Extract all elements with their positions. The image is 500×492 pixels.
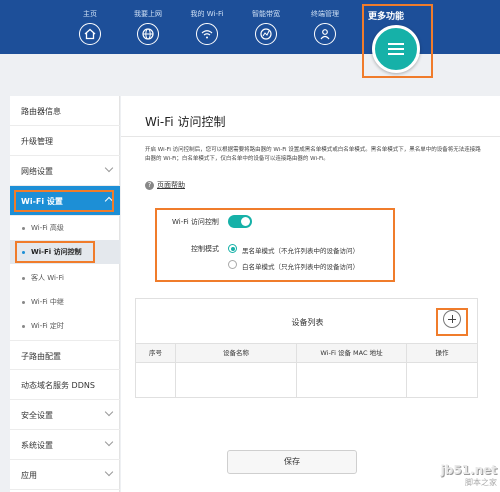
sidebar-item-label: 安全设置 [21,411,53,420]
bandwidth-globe-icon [255,23,277,45]
chevron-down-icon [104,407,114,417]
sidebar-item-label: 系统设置 [21,441,53,450]
nav-label-home: 主页 [83,10,97,18]
wifi-icon [196,23,218,45]
chevron-down-icon [104,467,114,477]
sidebar-item-label: 升级管理 [21,137,53,146]
highlight-box-more-functions [362,4,433,78]
chevron-down-icon [104,437,114,447]
globe-icon [137,23,159,45]
sidebar-item-label: 应用 [21,471,37,480]
sidebar-item-sub-router[interactable]: 子路由配置 [10,340,120,370]
sidebar-item-apps[interactable]: 应用 [10,460,120,490]
table-cell [176,364,297,398]
save-button[interactable]: 保存 [227,450,357,474]
highlight-box-access-settings [155,208,395,282]
bullet-icon [22,301,25,304]
help-icon: ? [145,180,154,190]
column-header-device-name: 设备名称 [176,344,297,364]
device-table-header: 序号 设备名称 Wi-Fi 设备 MAC 地址 操作 [136,343,477,364]
sidebar-item-label: 子路由配置 [21,352,61,361]
sidebar-item-security[interactable]: 安全设置 [10,400,120,430]
table-cell [407,364,477,398]
sidebar-subitem-label: Wi-Fi 定时 [31,322,64,330]
highlight-box-wifi-settings [14,190,114,212]
watermark-url: jb51.net [440,463,497,477]
sidebar-subitem-label: Wi-Fi 高级 [31,224,64,232]
table-cell [136,364,176,398]
nav-item-my-wifi[interactable]: 我的 Wi-Fi [185,10,229,45]
table-row [136,364,477,398]
nav-label-bandwidth: 智能带宽 [252,10,280,18]
sidebar-item-label: 路由器信息 [21,107,61,116]
column-header-index: 序号 [136,344,176,364]
nav-item-devices[interactable]: 终端管理 [303,10,347,45]
bullet-icon [22,325,25,328]
main-panel: Wi-Fi 访问控制 开启 Wi-Fi 访问控制后，您可以根据需要将路由器的 W… [121,96,500,492]
device-list: 设备列表 序号 设备名称 Wi-Fi 设备 MAC 地址 操作 [135,298,478,398]
user-icon [314,23,336,45]
sidebar-item-label: 网络设置 [21,167,53,176]
bullet-icon [22,227,25,230]
column-header-mac: Wi-Fi 设备 MAC 地址 [297,344,407,364]
sidebar-item-system[interactable]: 系统设置 [10,430,120,460]
page-title: Wi-Fi 访问控制 [145,115,226,129]
sidebar-item-router-info[interactable]: 路由器信息 [10,96,120,126]
page-description: 开启 Wi-Fi 访问控制后，您可以根据需要将路由器的 Wi-Fi 设置成黑名单… [145,147,481,162]
bullet-icon [22,277,25,280]
sidebar-subitem-wifi-schedule[interactable]: Wi-Fi 定时 [10,314,120,338]
sidebar-subitem-label: 客人 Wi-Fi [31,274,64,282]
nav-item-internet[interactable]: 我要上网 [126,10,170,45]
table-cell [297,364,407,398]
title-divider [121,136,500,137]
sidebar-subitem-wifi-advanced[interactable]: Wi-Fi 高级 [10,216,120,240]
sidebar-item-label: 动态域名服务 DDNS [21,381,95,390]
home-icon [79,23,101,45]
watermark-site-name: 脚本之家 [465,478,497,487]
highlight-box-add-button [436,308,468,336]
sidebar-subitem-wifi-repeater[interactable]: Wi-Fi 中继 [10,290,120,314]
sidebar-item-ddns[interactable]: 动态域名服务 DDNS [10,370,120,400]
sidebar-item-network[interactable]: 网络设置 [10,156,120,186]
nav-item-bandwidth[interactable]: 智能带宽 [244,10,288,45]
nav-label-my-wifi: 我的 Wi-Fi [190,10,224,18]
nav-label-devices: 终端管理 [311,10,339,18]
sidebar-subitem-label: Wi-Fi 中继 [31,298,64,306]
nav-label-internet: 我要上网 [134,10,162,18]
watermark: jb51.net 脚本之家 [441,463,497,488]
help-link-label: 页面帮助 [157,181,185,189]
column-header-actions: 操作 [435,349,449,357]
device-list-title: 设备列表 [291,318,324,327]
nav-item-home[interactable]: 主页 [68,10,112,45]
sidebar-item-upgrade[interactable]: 升级管理 [10,126,120,156]
chevron-down-icon [104,163,114,173]
highlight-box-access-control [15,241,95,263]
sidebar: 路由器信息 升级管理 网络设置 Wi-Fi 设置 Wi-Fi 高级 Wi-Fi … [10,96,120,492]
sidebar-subitem-guest-wifi[interactable]: 客人 Wi-Fi [10,266,120,290]
help-link[interactable]: ? 页面帮助 [145,180,185,190]
